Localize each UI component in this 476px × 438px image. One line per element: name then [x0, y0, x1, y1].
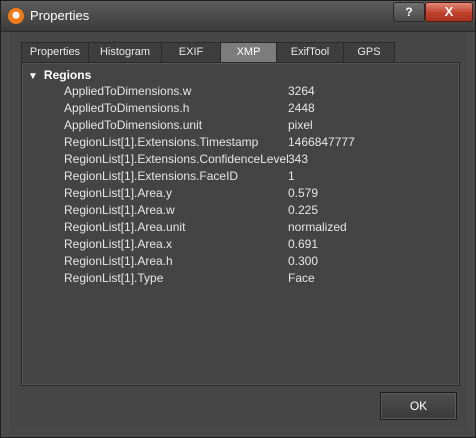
property-key: AppliedToDimensions.h — [64, 101, 190, 115]
window-title: Properties — [30, 8, 90, 23]
dialog-content: Properties Histogram EXIF XMP ExifTool G… — [9, 32, 467, 430]
tab-exiftool[interactable]: ExifTool — [276, 42, 344, 62]
property-row[interactable]: RegionList[1].Extensions.ConfidenceLevel… — [22, 151, 459, 168]
group-header-regions[interactable]: ▼ Regions — [28, 67, 91, 83]
close-button[interactable]: X — [425, 2, 473, 22]
property-value: 0.225 — [288, 203, 319, 217]
property-key: AppliedToDimensions.unit — [64, 118, 203, 132]
property-key: RegionList[1].Extensions.FaceID — [64, 169, 239, 183]
ok-button[interactable]: OK — [380, 392, 457, 420]
property-row[interactable]: RegionList[1].Type Face — [22, 270, 459, 287]
property-key: RegionList[1].Area.h — [64, 254, 173, 268]
property-row[interactable]: RegionList[1].Extensions.Timestamp 14668… — [22, 134, 459, 151]
tab-properties[interactable]: Properties — [21, 42, 89, 62]
property-value: Face — [288, 271, 315, 285]
property-value: pixel — [288, 118, 313, 132]
property-key: AppliedToDimensions.w — [64, 84, 192, 98]
group-title: Regions — [43, 68, 92, 82]
property-value: normalized — [288, 220, 347, 234]
properties-dialog: Properties ? X Properties Histogram EXIF… — [0, 0, 476, 438]
property-row[interactable]: AppliedToDimensions.h 2448 — [22, 100, 459, 117]
property-key: RegionList[1].Area.y — [64, 186, 173, 200]
property-row[interactable]: RegionList[1].Area.y 0.579 — [22, 185, 459, 202]
tab-exif[interactable]: EXIF — [161, 42, 221, 62]
property-row[interactable]: RegionList[1].Extensions.FaceID 1 — [22, 168, 459, 185]
property-row[interactable]: RegionList[1].Area.w 0.225 — [22, 202, 459, 219]
property-key: RegionList[1].Type — [64, 271, 164, 285]
tab-histogram[interactable]: Histogram — [88, 42, 162, 62]
property-value: 0.691 — [288, 237, 319, 251]
tab-xmp[interactable]: XMP — [220, 42, 277, 62]
property-key: RegionList[1].Extensions.ConfidenceLevel — [64, 152, 289, 166]
property-row[interactable]: RegionList[1].Area.unit normalized — [22, 219, 459, 236]
property-value: 1 — [288, 169, 295, 183]
xmp-properties-tree[interactable]: ▼ Regions AppliedToDimensions.w 3264 Appl… — [21, 62, 460, 386]
property-value: 343 — [288, 152, 309, 166]
property-key: RegionList[1].Area.unit — [64, 220, 186, 234]
property-key: RegionList[1].Area.x — [64, 237, 173, 251]
property-row[interactable]: AppliedToDimensions.unit pixel — [22, 117, 459, 134]
property-key: RegionList[1].Area.w — [64, 203, 175, 217]
help-button[interactable]: ? — [393, 2, 425, 22]
property-value: 3264 — [288, 84, 315, 98]
property-value: 0.300 — [288, 254, 319, 268]
property-row[interactable]: AppliedToDimensions.w 3264 — [22, 83, 459, 100]
property-value: 1466847777 — [288, 135, 355, 149]
tab-gps[interactable]: GPS — [343, 42, 395, 62]
app-logo-icon — [8, 8, 24, 24]
property-value: 2448 — [288, 101, 315, 115]
property-value: 0.579 — [288, 186, 319, 200]
property-row[interactable]: RegionList[1].Area.x 0.691 — [22, 236, 459, 253]
property-key: RegionList[1].Extensions.Timestamp — [64, 135, 259, 149]
title-bar[interactable]: Properties ? X — [1, 1, 475, 32]
property-row[interactable]: RegionList[1].Area.h 0.300 — [22, 253, 459, 270]
